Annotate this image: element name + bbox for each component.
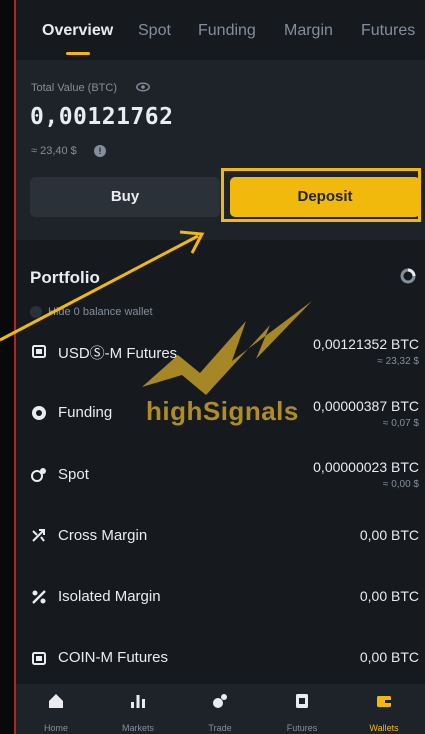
nav-item-futures[interactable]: Futures [262, 684, 342, 734]
row-label-coin-futures: COIN-M Futures [58, 649, 169, 666]
nav-label-trade: Trade [208, 723, 232, 733]
tab-spot[interactable]: Spot [138, 22, 171, 40]
portfolio-title: Portfolio [30, 268, 100, 287]
pie-chart-icon[interactable] [400, 268, 416, 284]
row-label-isolated-margin: Isolated Margin [58, 588, 161, 605]
row-amount-usdm-futures: 0,00121352 BTC [313, 336, 419, 352]
row-amount-spot: 0,00000023 BTC [313, 459, 419, 475]
row-label-funding: Funding [58, 404, 113, 421]
nav-label-markets: Markets [121, 723, 154, 733]
active-tab-indicator [66, 52, 90, 55]
row-label-spot: Spot [58, 466, 89, 483]
nav-label-home: Home [43, 723, 68, 733]
row-label-cross-margin: Cross Margin [58, 527, 148, 544]
wallet-tabs: Overview Spot Funding Margin Futures [16, 0, 425, 55]
watermark-logo-graphic [142, 301, 312, 395]
info-icon[interactable]: ! [94, 145, 106, 157]
nav-label-wallets: Wallets [369, 723, 399, 733]
tab-funding[interactable]: Funding [198, 22, 256, 40]
nav-label-futures: Futures [286, 723, 318, 733]
wallet-screen: Overview Spot Funding Margin Futures Tot… [16, 0, 425, 734]
home-icon [49, 694, 63, 708]
coin-futures-icon [32, 652, 46, 665]
row-amount-coin-futures: 0,00 BTC [359, 649, 419, 665]
markets-icon [131, 695, 145, 708]
wallet-icon [377, 696, 391, 707]
bottom-navigation: Home Markets Trade Futures Wallets [16, 684, 425, 734]
buy-button[interactable]: Buy [30, 177, 220, 217]
tab-futures[interactable]: Futures [361, 22, 415, 40]
row-amount-isolated-margin: 0,00 BTC [359, 588, 419, 604]
cross-margin-icon [32, 529, 45, 542]
funding-icon [32, 406, 46, 420]
tab-overview[interactable]: Overview [42, 22, 113, 40]
trade-icon [213, 694, 227, 708]
total-value-label: Total Value (BTC) [31, 82, 117, 94]
row-amount-funding: 0,00000387 BTC [313, 398, 419, 414]
nav-item-home[interactable]: Home [16, 684, 96, 734]
tab-margin[interactable]: Margin [284, 22, 333, 40]
total-value-usd: ≈ 23,40 $ [31, 145, 77, 157]
row-usd-usdm-futures: ≈ 23,32 $ [377, 356, 419, 367]
isolated-margin-icon [32, 590, 46, 604]
row-usd-funding: ≈ 0,07 $ [382, 418, 419, 429]
row-usd-spot: ≈ 0,00 $ [382, 479, 419, 490]
futures-nav-icon [296, 694, 308, 708]
deposit-button[interactable]: Deposit [230, 177, 420, 217]
eye-icon[interactable] [136, 82, 150, 92]
spot-icon [31, 468, 46, 482]
nav-item-wallets[interactable]: Wallets [344, 684, 424, 734]
hide-zero-checkbox[interactable] [30, 306, 42, 318]
total-value: 0,00121762 [30, 104, 174, 130]
row-amount-cross-margin: 0,00 BTC [359, 527, 419, 543]
watermark-text: highSignals [146, 396, 299, 426]
left-margin-strip [0, 0, 14, 734]
nav-item-markets[interactable]: Markets [98, 684, 178, 734]
futures-icon [32, 345, 46, 358]
nav-item-trade[interactable]: Trade [180, 684, 260, 734]
